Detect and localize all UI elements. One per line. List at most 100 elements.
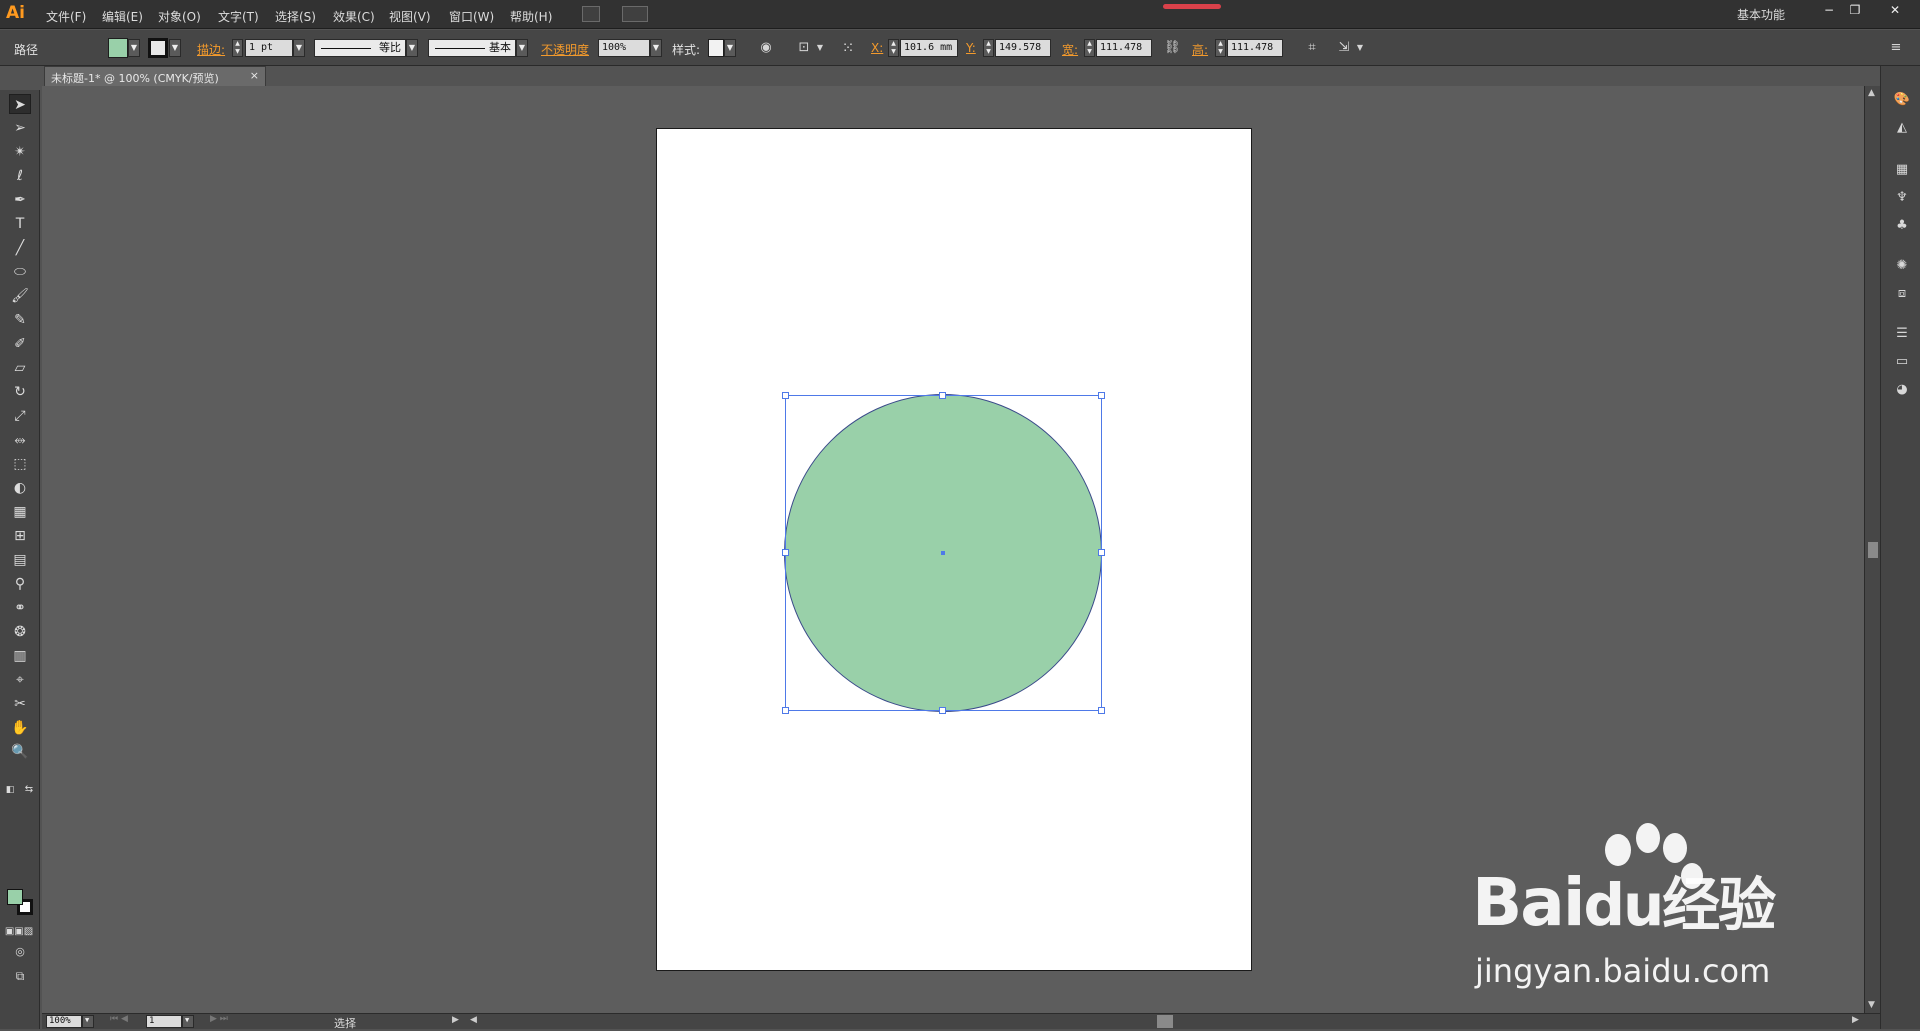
isolate-selected-icon[interactable]: ⇲ [1336,40,1352,56]
first-artboard-icon[interactable]: ⏮ ◀ [110,1014,128,1024]
gradient-tool-icon[interactable]: ▤ [9,550,31,570]
scroll-left-icon[interactable]: ◀ [470,1015,477,1025]
control-menu-dropdown-icon[interactable]: ▼ [1352,40,1368,56]
drawing-mode-icon[interactable]: ◎ [9,942,31,962]
constrain-proportions-icon[interactable]: ⛓ [1164,40,1181,56]
stroke-weight-dropdown-icon[interactable]: ▼ [293,39,305,57]
fill-dropdown-icon[interactable]: ▼ [128,39,140,57]
bbox-handle-top-left[interactable] [782,392,789,399]
workspace-switcher[interactable]: 基本功能 [1737,6,1785,23]
swap-fill-stroke-icon[interactable]: ⇆ [22,780,36,800]
menu-window[interactable]: 窗口(W) [449,8,494,25]
horizontal-scroll-thumb[interactable] [1157,1015,1173,1028]
width-label[interactable]: 宽: [1062,41,1078,58]
color-guide-panel-icon[interactable]: ◭ [1892,118,1912,138]
color-mode-icons[interactable]: ▣▣▨ [4,922,34,942]
zoom-dropdown-icon[interactable]: ▼ [82,1015,94,1028]
brush-dropdown-icon[interactable]: ▼ [516,39,528,57]
bbox-handle-bottom[interactable] [939,707,946,714]
eyedropper-tool-icon[interactable]: ⚲ [9,574,31,594]
reference-point-icon[interactable]: ⁙ [840,40,856,56]
fill-swatch[interactable] [108,38,128,58]
y-stepper[interactable]: ▲ ▼ [983,39,994,57]
bridge-icon[interactable] [582,6,600,22]
line-segment-tool-icon[interactable]: ╱ [9,238,31,258]
stroke-weight-field[interactable]: 1 pt [245,39,293,57]
brush-definition[interactable]: 基本 [428,39,516,57]
width-tool-icon[interactable]: ⥈ [9,430,31,450]
mesh-tool-icon[interactable]: ⊞ [9,526,31,546]
brushes-panel-icon[interactable]: ♆ [1892,188,1912,208]
slice-tool-icon[interactable]: ✂ [9,694,31,714]
perspective-grid-tool-icon[interactable]: ▦ [9,502,31,522]
artboard-navigation-field[interactable]: 1 [146,1015,182,1028]
symbol-sprayer-tool-icon[interactable]: ❂ [9,622,31,642]
graphic-style-swatch[interactable] [708,39,724,57]
ellipse-tool-icon[interactable]: ⬭ [9,262,31,282]
variable-width-profile[interactable]: 等比 [314,39,406,57]
stroke-panel-icon[interactable]: ☰ [1892,324,1912,344]
height-stepper[interactable]: ▲ ▼ [1215,39,1226,57]
graphic-styles-panel-icon[interactable]: ⧈ [1892,284,1912,304]
style-dropdown-icon[interactable]: ▼ [724,39,736,57]
x-label[interactable]: X: [871,41,883,55]
blend-tool-icon[interactable]: ⚭ [9,598,31,618]
pen-tool-icon[interactable]: ✒ [9,190,31,210]
minimize-icon[interactable]: − [1818,3,1840,17]
menu-edit[interactable]: 编辑(E) [102,8,143,25]
selection-tool-icon[interactable]: ➤ [9,94,31,114]
menu-help[interactable]: 帮助(H) [510,8,552,25]
x-position-field[interactable]: 101.6 mm [900,39,958,57]
gradient-panel-icon[interactable]: ▭ [1892,352,1912,372]
stroke-weight-stepper[interactable]: ▲ ▼ [232,39,243,57]
swatches-panel-icon[interactable]: ▦ [1892,160,1912,180]
align-options-icon[interactable]: ⊡ [796,40,812,56]
menu-effect[interactable]: 效果(C) [333,8,375,25]
opacity-dropdown-icon[interactable]: ▼ [650,39,662,57]
scroll-up-icon[interactable]: ▲ [1868,88,1875,98]
menu-select[interactable]: 选择(S) [275,8,316,25]
menu-object[interactable]: 对象(O) [158,8,201,25]
menu-file[interactable]: 文件(F) [46,8,86,25]
eraser-tool-icon[interactable]: ▱ [9,358,31,378]
artboard-dropdown-icon[interactable]: ▼ [182,1015,194,1028]
transform-icon[interactable]: ⌗ [1304,40,1320,56]
last-artboard-icon[interactable]: ▶ ⏭ [210,1014,228,1024]
bbox-handle-left[interactable] [782,549,789,556]
scroll-down-icon[interactable]: ▼ [1868,1000,1875,1010]
scale-tool-icon[interactable]: ⤢ [9,406,31,426]
screen-mode-icon[interactable]: ⧉ [9,966,31,986]
bbox-handle-top[interactable] [939,392,946,399]
menu-type[interactable]: 文字(T) [218,8,259,25]
lasso-tool-icon[interactable]: ℓ [9,166,31,186]
height-label[interactable]: 高: [1192,41,1208,58]
default-fill-stroke-icon[interactable]: ◧ [3,780,17,800]
arrange-documents-icon[interactable] [622,6,648,22]
panel-menu-icon[interactable]: ≡ [1888,40,1904,56]
zoom-level-field[interactable]: 100% [46,1015,82,1028]
free-transform-tool-icon[interactable]: ⬚ [9,454,31,474]
bbox-handle-top-right[interactable] [1098,392,1105,399]
paintbrush-tool-icon[interactable]: 🖌 [9,286,31,306]
color-panel-icon[interactable]: 🎨 [1892,90,1912,110]
column-graph-tool-icon[interactable]: ▥ [9,646,31,666]
hand-tool-icon[interactable]: ✋ [9,718,31,738]
direct-selection-tool-icon[interactable]: ➢ [9,118,31,138]
stroke-label[interactable]: 描边: [197,41,225,58]
rotate-tool-icon[interactable]: ↻ [9,382,31,402]
width-field[interactable]: 111.478 [1096,39,1152,57]
vertical-scroll-thumb[interactable] [1868,542,1878,558]
blob-brush-tool-icon[interactable]: ✐ [9,334,31,354]
toolbar-fill-swatch[interactable] [7,889,23,905]
appearance-panel-icon[interactable]: ✺ [1892,256,1912,276]
height-field[interactable]: 111.478 [1227,39,1283,57]
close-icon[interactable]: ✕ [1884,3,1906,17]
y-position-field[interactable]: 149.578 [995,39,1051,57]
stroke-dropdown-icon[interactable]: ▼ [169,39,181,57]
shape-builder-tool-icon[interactable]: ◐ [9,478,31,498]
menu-view[interactable]: 视图(V) [389,8,431,25]
close-tab-icon[interactable]: × [250,69,259,82]
status-menu-arrow-icon[interactable]: ▶ [452,1015,459,1025]
profile-dropdown-icon[interactable]: ▼ [406,39,418,57]
bbox-handle-bottom-left[interactable] [782,707,789,714]
